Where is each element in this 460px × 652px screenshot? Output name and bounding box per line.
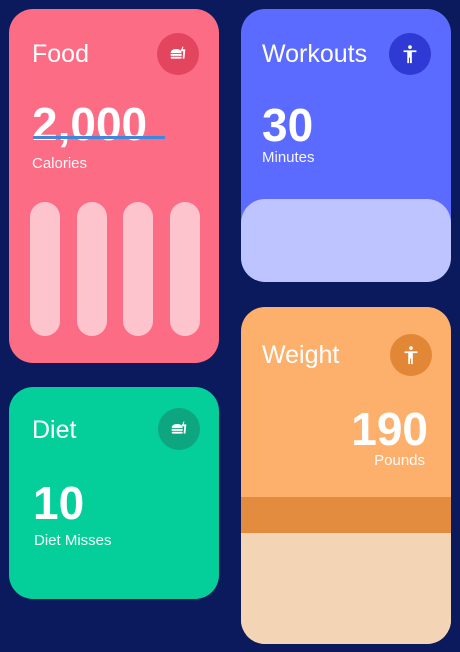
weight-band (241, 497, 451, 533)
workouts-progress-fill (241, 199, 451, 282)
workouts-value: 30 (262, 99, 314, 151)
weight-value: 190 (351, 403, 428, 455)
workouts-card[interactable]: Workouts 30 Minutes (241, 9, 451, 282)
food-bars (30, 202, 200, 336)
workouts-title: Workouts (262, 40, 368, 68)
food-card[interactable]: Food 2,000 Calories (9, 9, 219, 363)
workouts-unit: Minutes (262, 149, 315, 166)
food-value: 2,000 (32, 98, 148, 150)
diet-unit: Diet Misses (34, 532, 112, 549)
person-icon[interactable] (390, 334, 432, 376)
food-value-underline (33, 136, 165, 139)
food-bar (123, 202, 154, 336)
burger-drink-icon[interactable] (157, 33, 199, 75)
food-bar (30, 202, 60, 336)
weight-lower-area (241, 533, 451, 644)
food-bar (169, 202, 200, 336)
weight-title: Weight (262, 341, 340, 369)
burger-drink-icon[interactable] (158, 408, 200, 450)
food-title: Food (32, 40, 89, 68)
diet-title: Diet (32, 416, 77, 444)
weight-unit: Pounds (374, 452, 425, 469)
food-bar (76, 202, 107, 336)
person-icon[interactable] (389, 33, 431, 75)
weight-card[interactable]: Weight 190 Pounds (241, 307, 451, 644)
food-unit: Calories (32, 155, 88, 172)
diet-value: 10 (33, 477, 85, 529)
diet-card[interactable]: Diet 10 Diet Misses (9, 387, 219, 599)
